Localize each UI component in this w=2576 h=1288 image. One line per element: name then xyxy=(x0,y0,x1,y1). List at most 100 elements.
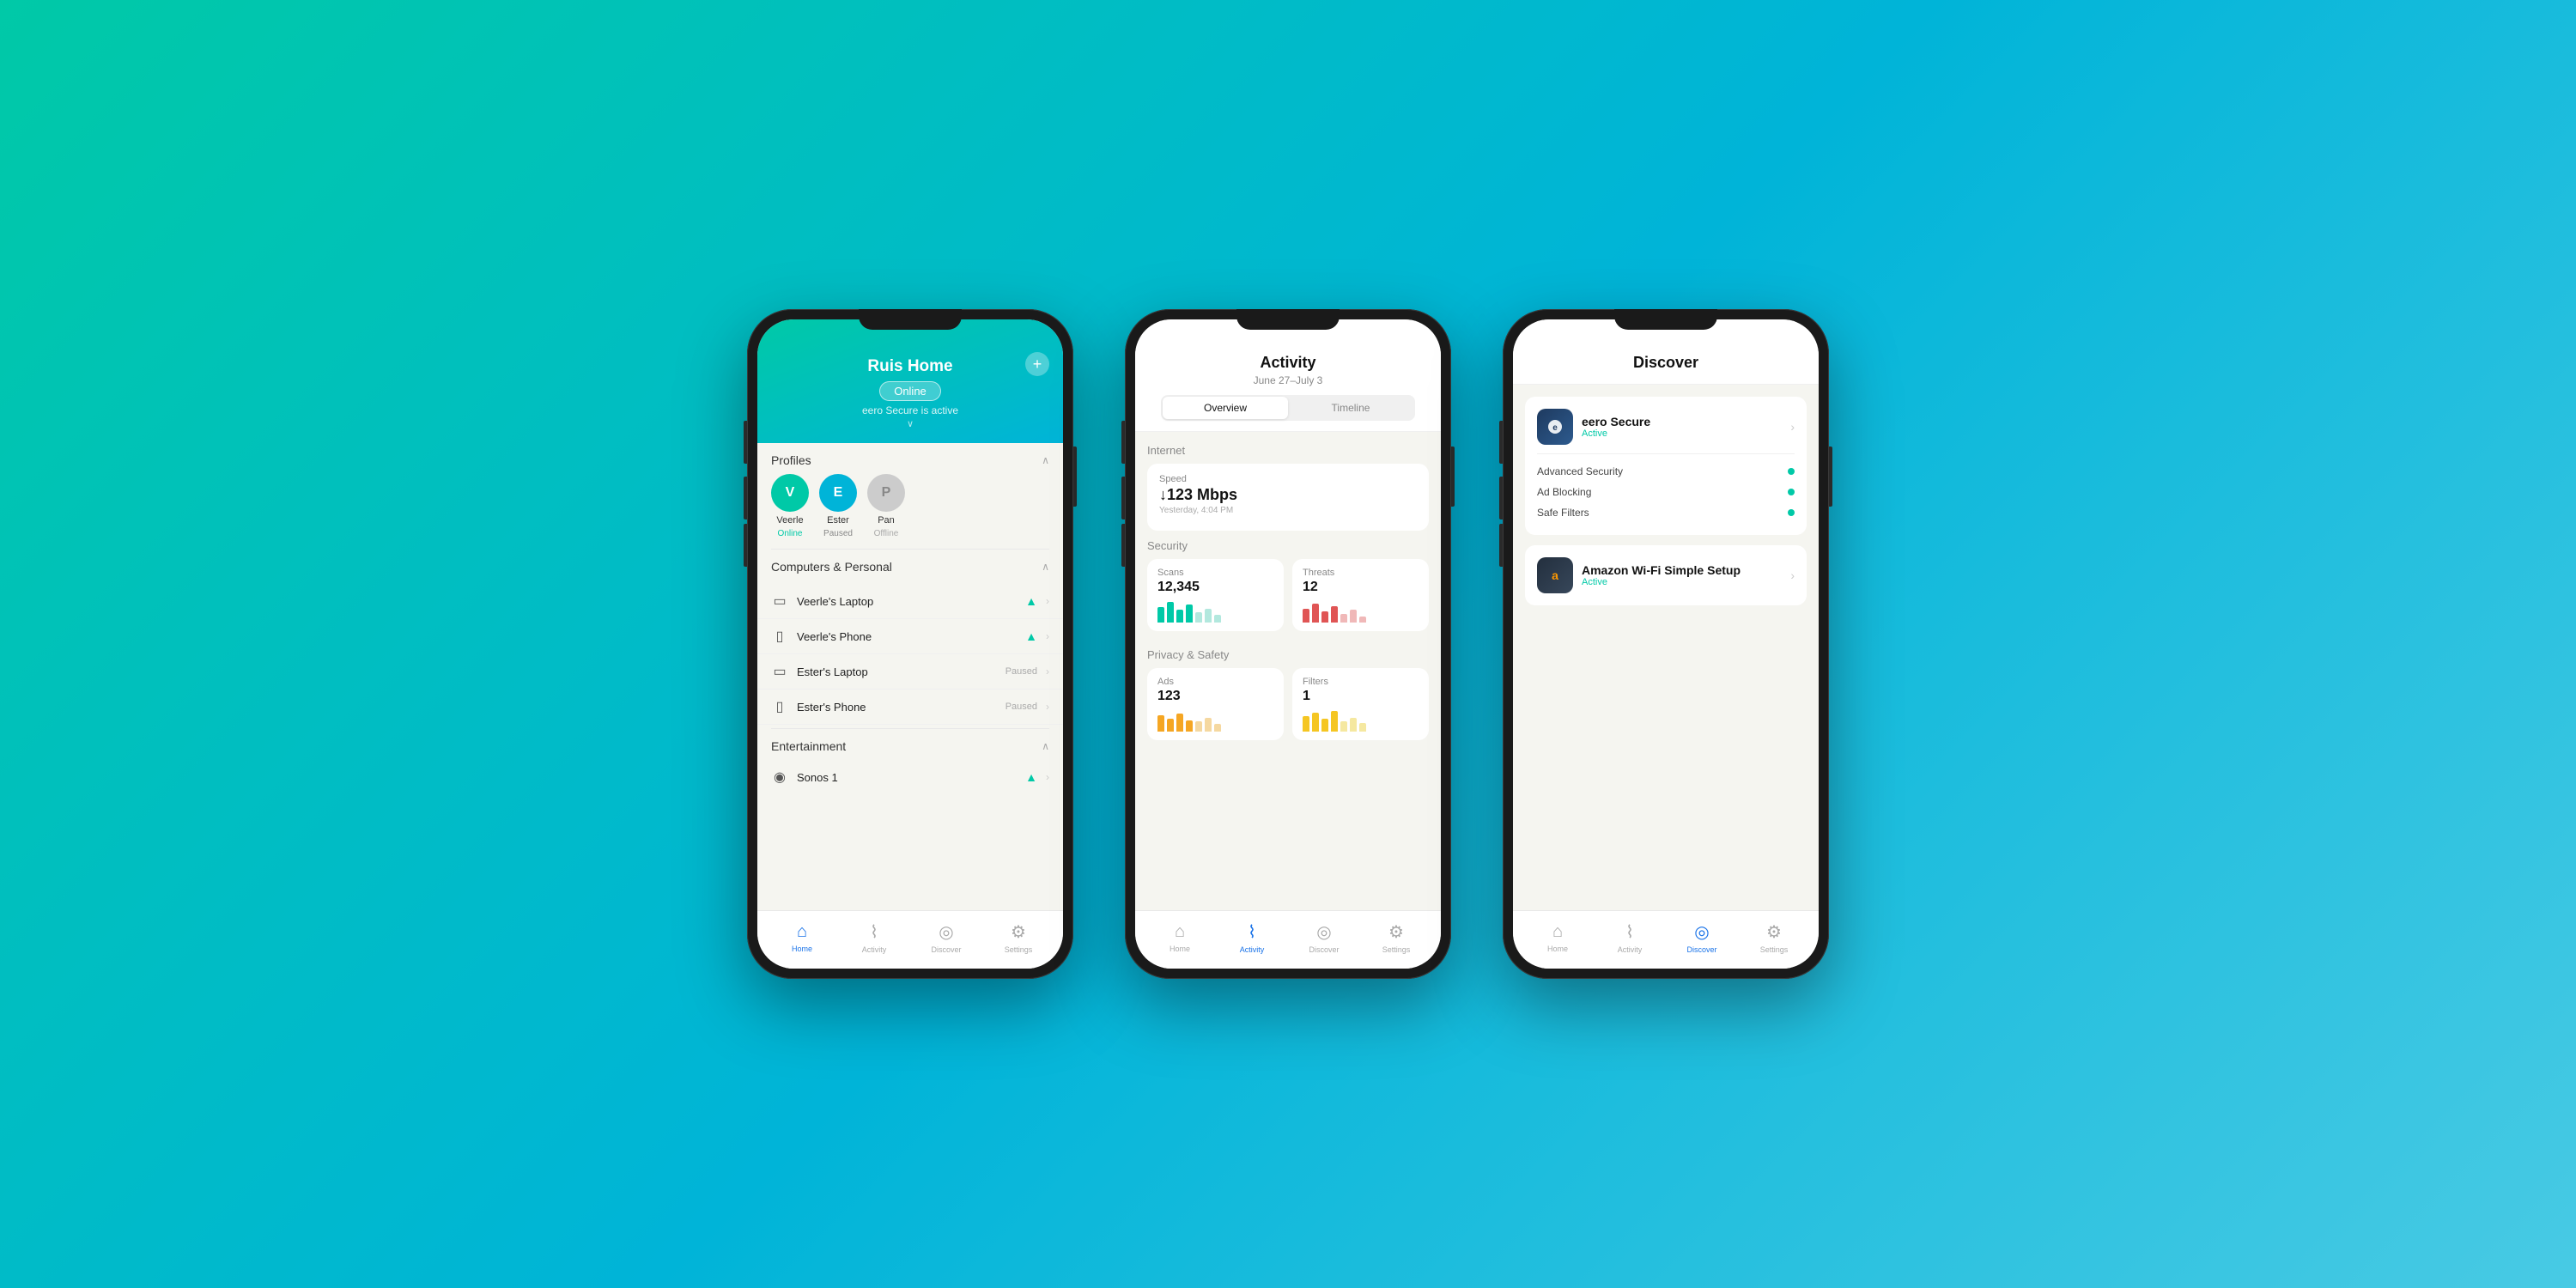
nav-home-2[interactable]: ⌂ Home xyxy=(1144,922,1216,953)
home-body: Profiles ∧ V Veerle Online E Ester Pause… xyxy=(757,443,1063,910)
scans-title: Scans xyxy=(1157,568,1273,578)
computers-chevron-icon[interactable]: ∧ xyxy=(1042,561,1049,573)
entertainment-chevron-icon[interactable]: ∧ xyxy=(1042,740,1049,752)
phones-container: Ruis Home + Online eero Secure is active… xyxy=(747,309,1829,979)
nav-settings-2[interactable]: ⚙ Settings xyxy=(1360,921,1432,954)
bar xyxy=(1303,609,1309,623)
speed-title: Speed xyxy=(1159,474,1417,484)
discover-title: Discover xyxy=(1530,354,1801,372)
bar xyxy=(1157,607,1164,623)
bar xyxy=(1359,617,1366,623)
bar xyxy=(1167,602,1174,623)
entertainment-section-title: Entertainment xyxy=(771,739,846,753)
nav-settings[interactable]: ⚙ Settings xyxy=(982,921,1054,954)
tab-timeline[interactable]: Timeline xyxy=(1288,397,1413,419)
filters-title: Filters xyxy=(1303,677,1419,687)
settings-nav-label-3: Settings xyxy=(1760,945,1789,954)
discover-nav-label-3: Discover xyxy=(1686,945,1716,954)
settings-nav-icon-2: ⚙ xyxy=(1388,921,1404,943)
ads-card[interactable]: Ads 123 xyxy=(1147,668,1284,740)
scans-card[interactable]: Scans 12,345 xyxy=(1147,559,1284,631)
activity-nav-icon: ⌇ xyxy=(870,921,878,943)
profile-status-ester: Paused xyxy=(823,529,853,538)
nav-home[interactable]: ⌂ Home xyxy=(766,922,838,953)
device-status-esters-phone: Paused xyxy=(1005,702,1037,712)
bar xyxy=(1359,723,1366,732)
device-veerles-laptop[interactable]: ▭ Veerle's Laptop ▲ › xyxy=(757,584,1063,619)
settings-nav-label: Settings xyxy=(1005,945,1033,954)
notch-discover xyxy=(1614,309,1717,330)
privacy-stats-grid: Ads 123 Filt xyxy=(1147,668,1429,749)
device-name-sonos: Sonos 1 xyxy=(797,771,1017,784)
threats-chart xyxy=(1303,597,1419,623)
bar xyxy=(1312,713,1319,732)
device-esters-laptop[interactable]: ▭ Ester's Laptop Paused › xyxy=(757,654,1063,690)
nav-settings-3[interactable]: ⚙ Settings xyxy=(1738,921,1810,954)
nav-home-3[interactable]: ⌂ Home xyxy=(1522,922,1594,953)
nav-discover-3[interactable]: ◎ Discover xyxy=(1666,921,1738,954)
profile-status-pan: Offline xyxy=(874,529,899,538)
home-nav-icon-3: ⌂ xyxy=(1552,922,1563,942)
home-nav-label: Home xyxy=(792,945,812,953)
add-button[interactable]: + xyxy=(1025,352,1049,376)
bar xyxy=(1186,605,1193,623)
settings-nav-icon-3: ⚙ xyxy=(1766,921,1782,943)
eero-feature-list: Advanced Security Ad Blocking Safe Filte… xyxy=(1537,453,1795,523)
bar xyxy=(1167,719,1174,732)
bar xyxy=(1331,711,1338,732)
filters-card[interactable]: Filters 1 xyxy=(1292,668,1429,740)
internet-section-label: Internet xyxy=(1147,444,1429,457)
nav-activity-2[interactable]: ⌇ Activity xyxy=(1216,921,1288,954)
amazon-card[interactable]: a Amazon Wi-Fi Simple Setup Active › xyxy=(1525,545,1807,605)
threats-card[interactable]: Threats 12 xyxy=(1292,559,1429,631)
phone-icon: ▯ xyxy=(771,628,788,645)
device-esters-phone[interactable]: ▯ Ester's Phone Paused › xyxy=(757,690,1063,725)
eero-secure-info: eero Secure Active xyxy=(1582,415,1782,439)
online-badge: Online xyxy=(879,381,941,401)
nav-discover[interactable]: ◎ Discover xyxy=(910,921,982,954)
tab-overview[interactable]: Overview xyxy=(1163,397,1288,419)
bar xyxy=(1205,718,1212,732)
eero-secure-card[interactable]: e eero Secure Active › Advanced Security xyxy=(1525,397,1807,535)
profile-pan[interactable]: P Pan Offline xyxy=(867,474,905,538)
home-bottom-nav: ⌂ Home ⌇ Activity ◎ Discover ⚙ Settings xyxy=(757,910,1063,969)
nav-activity[interactable]: ⌇ Activity xyxy=(838,921,910,954)
tab-switcher: Overview Timeline xyxy=(1161,395,1415,421)
discover-nav-label-2: Discover xyxy=(1309,945,1339,954)
discover-nav-icon-3: ◎ xyxy=(1694,921,1709,943)
chevron-down-icon: ∨ xyxy=(775,418,1046,429)
nav-discover-2[interactable]: ◎ Discover xyxy=(1288,921,1360,954)
device-sonos[interactable]: ◉ Sonos 1 ▲ › xyxy=(757,760,1063,794)
laptop-icon-2: ▭ xyxy=(771,663,788,680)
bar xyxy=(1214,615,1221,623)
profile-ester[interactable]: E Ester Paused xyxy=(819,474,857,538)
bar xyxy=(1350,610,1357,623)
device-veerles-phone[interactable]: ▯ Veerle's Phone ▲ › xyxy=(757,619,1063,654)
settings-nav-label-2: Settings xyxy=(1382,945,1411,954)
ads-title: Ads xyxy=(1157,677,1273,687)
chevron-right-icon-4: › xyxy=(1046,701,1049,713)
nav-activity-3[interactable]: ⌇ Activity xyxy=(1594,921,1666,954)
entertainment-section-header: Entertainment ∧ xyxy=(757,729,1063,760)
eero-active-text: eero Secure is active xyxy=(775,404,1046,416)
laptop-icon: ▭ xyxy=(771,592,788,610)
amazon-info: Amazon Wi-Fi Simple Setup Active xyxy=(1582,563,1782,587)
eero-secure-chevron-icon: › xyxy=(1790,420,1795,434)
bar xyxy=(1195,612,1202,623)
activity-title: Activity xyxy=(1152,354,1424,372)
profile-veerle[interactable]: V Veerle Online xyxy=(771,474,809,538)
speaker-icon: ◉ xyxy=(771,769,788,786)
ads-chart xyxy=(1157,706,1273,732)
wifi-icon-veerles-phone: ▲ xyxy=(1025,629,1037,643)
amazon-status: Active xyxy=(1582,577,1782,587)
svg-text:e: e xyxy=(1552,423,1558,433)
chevron-right-icon-2: › xyxy=(1046,630,1049,642)
profile-name-veerle: Veerle xyxy=(776,515,803,526)
profiles-chevron-icon[interactable]: ∧ xyxy=(1042,454,1049,466)
speed-card[interactable]: Speed ↓123 Mbps Yesterday, 4:04 PM xyxy=(1147,464,1429,531)
eero-logo-icon: e xyxy=(1546,417,1564,436)
activity-nav-label-3: Activity xyxy=(1618,945,1643,954)
bar xyxy=(1176,714,1183,732)
feature-name-safe-filters: Safe Filters xyxy=(1537,507,1788,519)
threats-title: Threats xyxy=(1303,568,1419,578)
